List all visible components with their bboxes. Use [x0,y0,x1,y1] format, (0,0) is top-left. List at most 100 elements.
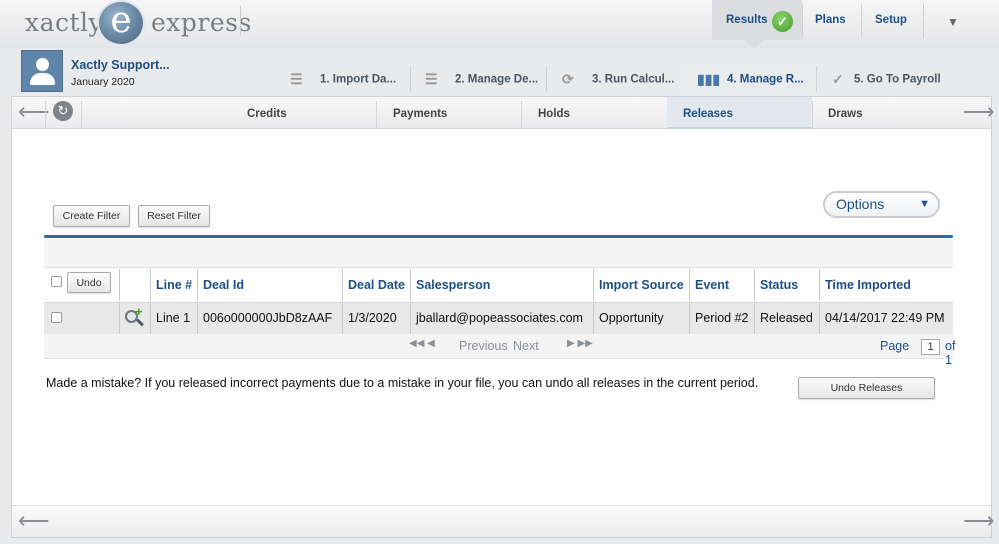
column-header-import-source[interactable]: Import Source [599,278,684,292]
column-divider [819,303,820,334]
nav-results[interactable]: Results ✓ [712,0,802,40]
forward-arrow-icon[interactable]: ⟶ [963,99,995,125]
back-arrow-icon[interactable]: ⟵ [18,508,50,534]
column-divider [342,269,343,301]
column-header-salesperson[interactable]: Salesperson [416,278,490,292]
column-divider [119,303,120,334]
column-divider [410,269,411,301]
list-icon: ☰ [425,71,438,87]
top-header: xactly e express Results ✓ Plans Setup ▼ [0,0,999,48]
select-all-checkbox[interactable] [51,276,62,287]
wizard-step-manage-releases[interactable]: ▮▮▮ 4. Manage R... [683,62,815,96]
forward-arrow-icon[interactable]: ⟶ [963,508,995,534]
view-details-icon[interactable]: + [124,304,146,329]
checkmark-circle-icon: ✓ [772,11,793,32]
subtab-divider [521,101,522,129]
chevron-down-icon: ▼ [919,198,930,210]
wizard-divider [546,66,547,92]
wizard-divider [816,66,817,92]
next-page-link[interactable]: Next [513,339,539,353]
page-count: of 1 [945,339,956,367]
wizard-step-label: 5. Go To Payroll [854,73,941,86]
wizard-step-label: 3. Run Calcul... [592,73,675,86]
wizard-divider [410,66,411,92]
subtab-credits[interactable]: Credits [247,108,287,120]
undo-releases-button[interactable]: Undo Releases [798,377,935,399]
column-header-line-number[interactable]: Line # [156,278,192,292]
cell-import-source: Opportunity [599,311,664,325]
subtab-bar: ⟵ ↻ Credits Payments Holds Releases Draw… [12,97,995,129]
first-previous-page-icon[interactable]: ◀◀ ◀ [409,338,435,349]
wizard-step-label: 1. Import Da... [320,73,397,86]
column-divider [754,269,755,301]
xactly-express-logo[interactable]: xactly e express [8,0,251,48]
cell-salesperson: jballard@popeassociates.com [416,311,583,325]
subtab-releases[interactable]: Releases [683,108,733,120]
undo-button[interactable]: Undo [67,272,111,293]
column-header-deal-date[interactable]: Deal Date [348,278,405,292]
user-name[interactable]: Xactly Support... [71,58,170,72]
bar-chart-icon: ▮▮▮ [697,71,721,87]
subtab-holds[interactable]: Holds [538,108,570,120]
create-filter-button[interactable]: Create Filter [53,205,130,227]
logo-text-left: xactly [25,8,104,37]
nav-setup[interactable]: Setup [875,14,907,26]
list-icon: ☰ [290,71,303,87]
column-divider [754,303,755,334]
wizard-step-go-to-payroll[interactable]: ✓ 5. Go To Payroll [832,62,950,96]
logo-e-emblem: e [97,0,145,46]
column-header-time-imported[interactable]: Time Imported [825,278,911,292]
column-divider [342,303,343,334]
previous-page-link[interactable]: Previous [459,339,508,353]
logo-text-right: express [151,8,252,37]
column-divider [819,269,820,301]
current-period: January 2020 [71,76,135,88]
column-divider [593,303,594,334]
page-number-input[interactable]: 1 [921,339,940,355]
sync-icon: ⟳ [562,71,574,87]
checkmark-icon: ✓ [832,71,844,87]
page-label: Page [880,339,910,353]
cell-status: Released [760,311,813,325]
cell-event: Period #2 [695,311,749,325]
nav-divider [802,4,803,38]
menu-dropdown-icon[interactable]: ▼ [947,15,959,29]
cell-time-imported: 04/14/2017 22:49 PM [825,311,945,325]
reset-filter-button[interactable]: Reset Filter [138,205,210,227]
table-row[interactable]: + Line 1 006o000000JbD8zAAF 1/3/2020 jba… [44,302,953,334]
wizard-step-import-data[interactable]: ☰ 1. Import Da... [290,62,408,96]
refresh-icon[interactable]: ↻ [53,101,73,121]
table-header: Undo Line # Deal Id Deal Date Salesperso… [44,269,953,302]
column-divider [689,303,690,334]
column-divider [150,269,151,301]
column-header-event[interactable]: Event [695,278,729,292]
column-header-status[interactable]: Status [760,278,798,292]
subtab-divider [45,101,46,129]
subtab-draws[interactable]: Draws [828,108,863,120]
column-header-deal-id[interactable]: Deal Id [203,278,244,292]
subtab-divider [376,101,377,129]
cell-deal-id: 006o000000JbD8zAAF [203,311,333,325]
column-divider [150,303,151,334]
options-dropdown[interactable]: Options ▼ [823,191,940,218]
wizard-step-manage-deals[interactable]: ☰ 2. Manage De... [425,62,543,96]
next-last-page-icon[interactable]: ▶ ▶▶ [567,338,593,349]
column-divider [410,303,411,334]
subtab-payments[interactable]: Payments [393,108,447,120]
column-divider [593,269,594,301]
column-divider [197,269,198,301]
column-divider [197,303,198,334]
wizard-step-run-calculations[interactable]: ⟳ 3. Run Calcul... [562,62,677,96]
panel-footer: ⟵ ⟶ [12,505,995,537]
results-indicator-notch [744,40,764,48]
row-checkbox[interactable] [51,312,62,323]
user-avatar-icon[interactable] [21,50,63,92]
options-label: Options [836,196,885,212]
wizard-step-label: 2. Manage De... [455,73,539,86]
cell-line-number: Line 1 [156,311,191,325]
column-divider [119,269,120,301]
cell-deal-date: 1/3/2020 [348,311,397,325]
subtab-divider [81,101,82,129]
nav-plans[interactable]: Plans [815,14,846,26]
header-divider [240,6,241,36]
